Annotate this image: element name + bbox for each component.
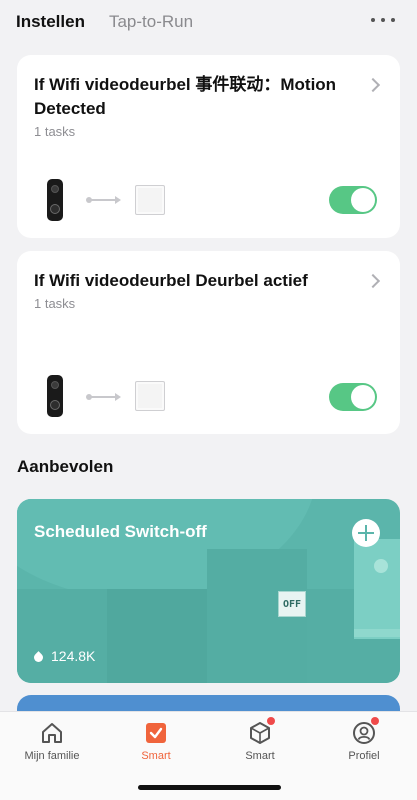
plus-icon[interactable] <box>352 519 380 547</box>
switch-device-icon <box>135 381 165 411</box>
automation-card-1[interactable]: If Wifi videodeurbel 事件联动：Motion Detecte… <box>17 55 400 238</box>
notification-badge <box>267 717 275 725</box>
switch-device-icon <box>135 185 165 215</box>
chevron-right-icon[interactable] <box>365 273 381 289</box>
arrow-right-icon <box>86 196 121 204</box>
automation-tasks: 1 tasks <box>34 296 76 311</box>
automation-title: If Wifi videodeurbel 事件联动：Motion Detecte… <box>34 75 337 118</box>
recommended-card-title: Scheduled Switch-off <box>34 522 207 541</box>
more-horizontal-icon[interactable] <box>371 10 395 30</box>
drop-icon <box>32 650 45 664</box>
automation-title: If Wifi videodeurbel Deurbel actief <box>34 271 308 290</box>
tab-instellen[interactable]: Instellen <box>16 12 85 32</box>
automation-card-2[interactable]: If Wifi videodeurbel Deurbel actief 1 ta… <box>17 251 400 434</box>
top-tabs: Instellen Tap-to-Run <box>0 0 417 44</box>
home-icon <box>39 720 65 746</box>
notification-badge <box>371 717 379 725</box>
chevron-right-icon[interactable] <box>365 77 381 93</box>
recommended-card[interactable]: Scheduled Switch-off OFF 124.8K <box>17 499 400 683</box>
automation-toggle[interactable] <box>329 383 377 411</box>
recommended-card-count: 124.8K <box>51 648 96 664</box>
profile-icon <box>351 717 379 746</box>
tab-mijn-familie[interactable]: Mijn familie <box>12 720 92 762</box>
doorbell-device-icon <box>47 375 63 417</box>
tab-tap-to-run[interactable]: Tap-to-Run <box>109 12 193 32</box>
off-badge: OFF <box>278 591 306 617</box>
automation-tasks: 1 tasks <box>34 124 76 139</box>
arrow-right-icon <box>86 393 121 401</box>
tab-smart-active[interactable]: Smart <box>116 720 196 762</box>
tab-smart-2[interactable]: Smart <box>220 717 300 762</box>
tab-profiel[interactable]: Profiel <box>324 717 404 762</box>
automation-toggle[interactable] <box>329 186 377 214</box>
cube-icon <box>247 717 275 746</box>
doorbell-device-icon <box>47 179 63 221</box>
recommended-card-stat: 124.8K <box>32 648 96 664</box>
section-title-recommended: Aanbevolen <box>17 457 114 476</box>
smart-check-icon <box>143 720 169 746</box>
home-indicator <box>138 785 281 790</box>
